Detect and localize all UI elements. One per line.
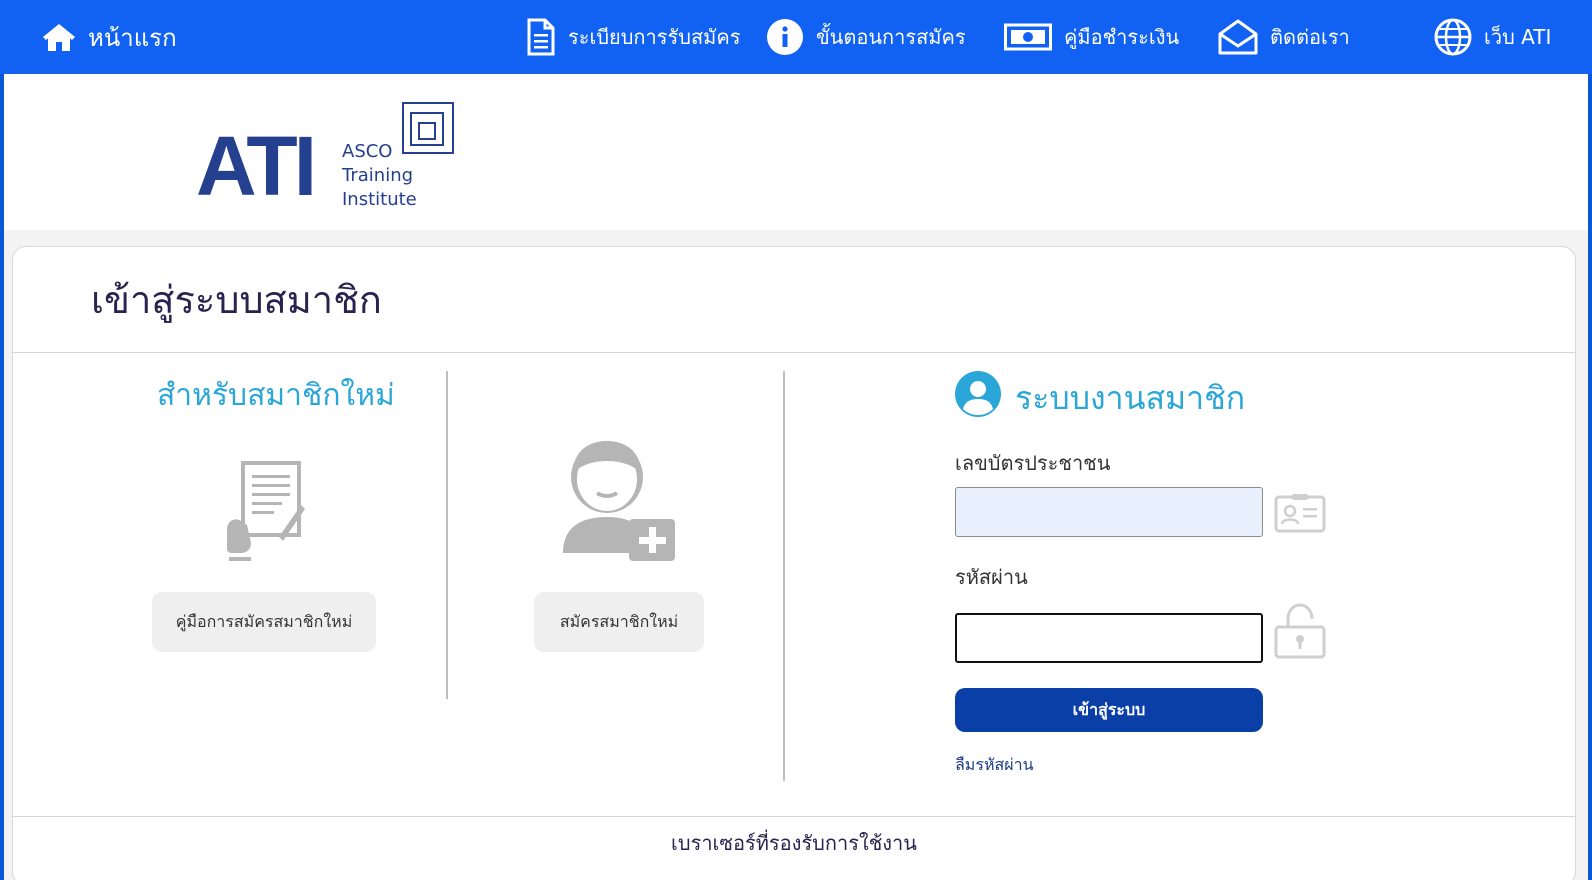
login-card: เข้าสู่ระบบสมาชิก สำหรับสมาชิกใหม่ คู่มื…	[12, 246, 1576, 880]
nav-steps-label: ขั้นตอนการสมัคร	[816, 25, 966, 49]
nav-payment-label: คู่มือชำระเงิน	[1064, 25, 1180, 49]
login-heading-label: ระบบงานสมาชิก	[1015, 378, 1246, 417]
divider	[13, 352, 1575, 353]
nav-contact[interactable]: ติดต่อเรา	[1218, 0, 1350, 74]
logo-line-3: Institute	[342, 189, 417, 210]
page-title: เข้าสู่ระบบสมาชิก	[91, 278, 382, 322]
info-icon	[766, 18, 804, 56]
id-card-input[interactable]	[955, 487, 1263, 537]
password-input[interactable]	[955, 613, 1263, 663]
nav-steps[interactable]: ขั้นตอนการสมัคร	[766, 0, 966, 74]
envelope-open-icon	[1218, 18, 1258, 56]
logo-mark: ATI	[196, 119, 317, 213]
unlock-icon	[1274, 603, 1326, 663]
divider	[13, 816, 1575, 817]
document-icon	[526, 18, 556, 56]
home-icon	[42, 22, 76, 52]
register-new-member-button[interactable]: สมัครสมาชิกใหม่	[534, 592, 704, 652]
id-card-label: เลขบัตรประชาชน	[955, 451, 1111, 475]
nav-payment[interactable]: คู่มือชำระเงิน	[1004, 0, 1179, 74]
nav-website[interactable]: เว็บ ATI	[1434, 0, 1551, 74]
nav-home[interactable]: หน้าแรก	[42, 0, 177, 74]
top-nav: หน้าแรก ระเบียบการรับสมัคร ขั้นตอนการสมั…	[0, 0, 1592, 74]
id-card-icon	[1274, 493, 1326, 537]
nav-rules[interactable]: ระเบียบการรับสมัคร	[526, 0, 740, 74]
globe-icon	[1434, 18, 1472, 56]
login-button[interactable]: เข้าสู่ระบบ	[955, 688, 1263, 732]
nav-home-label: หน้าแรก	[88, 23, 177, 52]
new-member-heading: สำหรับสมาชิกใหม่	[157, 378, 395, 413]
logo-line-2: Training	[342, 165, 414, 186]
forgot-password-link[interactable]: ลืมรหัสผ่าน	[955, 753, 1034, 778]
logo-area: ATI ASCO Training Institute	[4, 74, 1588, 230]
column-divider	[783, 371, 785, 781]
login-heading: ระบบงานสมาชิก	[955, 371, 1245, 425]
user-circle-icon	[955, 371, 1001, 425]
column-divider	[446, 371, 448, 699]
signing-document-icon	[221, 459, 305, 567]
nav-contact-label: ติดต่อเรา	[1270, 25, 1350, 49]
supported-browsers-text: เบราเซอร์ที่รองรับการใช้งาน	[671, 831, 917, 855]
money-icon	[1004, 22, 1052, 52]
password-label: รหัสผ่าน	[955, 565, 1028, 589]
nav-website-label: เว็บ ATI	[1484, 25, 1552, 49]
logo-squares-icon	[402, 102, 454, 158]
new-member-guide-button[interactable]: คู่มือการสมัครสมาชิกใหม่	[152, 592, 376, 652]
add-user-icon	[563, 437, 679, 567]
nav-rules-label: ระเบียบการรับสมัคร	[568, 25, 741, 49]
ati-logo[interactable]: ATI ASCO Training Institute	[196, 88, 466, 213]
